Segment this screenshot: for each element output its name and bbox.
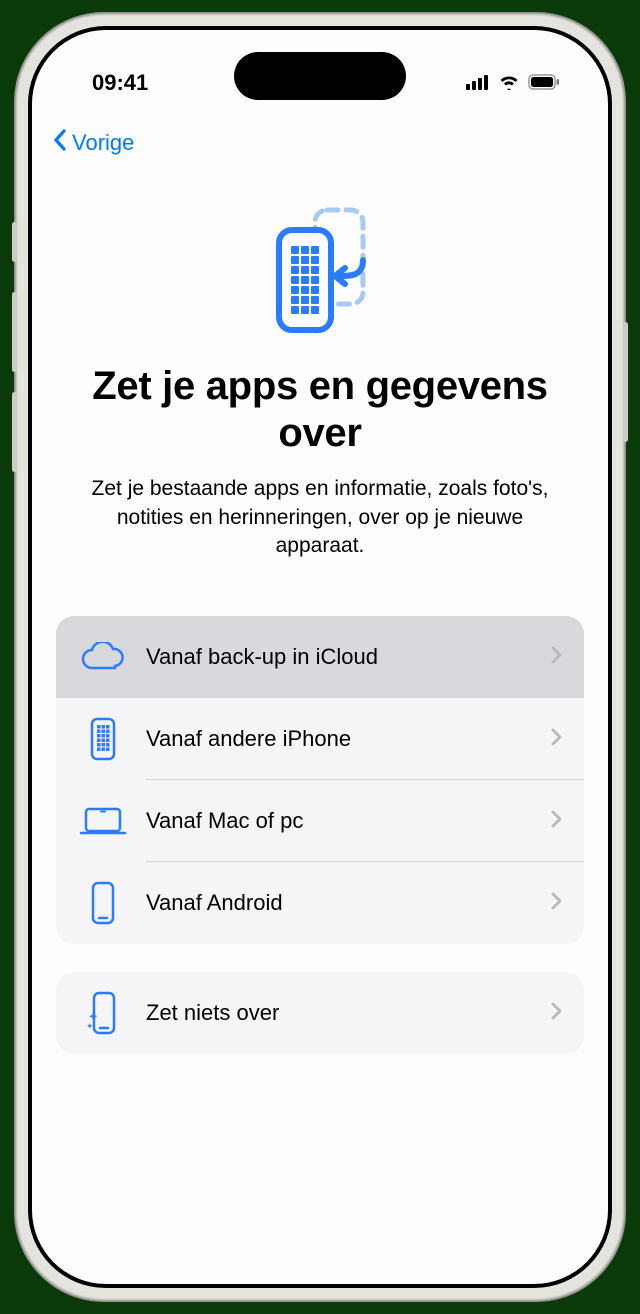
chevron-left-icon [52,128,68,158]
power-button [623,322,628,442]
phone-frame: 09:41 Vo [14,12,626,1302]
cloud-icon [74,642,132,672]
transfer-options-group: Vanaf back-up in iCloud Vanaf andere iPh… [56,616,584,944]
chevron-right-icon [551,810,562,833]
page-subtitle: Zet je bestaande apps en informatie, zoa… [76,475,564,560]
option-label: Vanaf back-up in iCloud [132,644,551,670]
battery-icon [528,70,560,96]
option-label: Vanaf Mac of pc [132,808,551,834]
hero: Zet je apps en gegevens over Zet je best… [32,158,608,560]
iphone-icon [74,717,132,761]
cellular-icon [466,70,490,96]
back-label: Vorige [72,130,134,156]
chevron-right-icon [551,646,562,669]
phone-sparkle-icon [74,991,132,1035]
back-button[interactable]: Vorige [52,128,134,158]
option-transfer-nothing[interactable]: Zet niets over [56,972,584,1054]
laptop-icon [74,805,132,837]
option-other-iphone[interactable]: Vanaf andere iPhone [56,698,584,780]
skip-group: Zet niets over [56,972,584,1054]
page-title: Zet je apps en gegevens over [76,363,564,457]
chevron-right-icon [551,728,562,751]
option-icloud-backup[interactable]: Vanaf back-up in iCloud [56,616,584,698]
chevron-right-icon [551,1002,562,1025]
status-time: 09:41 [92,70,148,96]
wifi-icon [498,70,520,96]
dynamic-island [234,52,406,100]
transfer-icon [265,206,375,339]
volume-down-button [12,392,17,472]
option-label: Vanaf Android [132,890,551,916]
phone-icon [74,881,132,925]
screen: 09:41 Vo [32,30,608,1284]
volume-up-button [12,292,17,372]
option-label: Zet niets over [132,1000,551,1026]
option-label: Vanaf andere iPhone [132,726,551,752]
mute-switch [12,222,17,262]
option-mac-pc[interactable]: Vanaf Mac of pc [56,780,584,862]
chevron-right-icon [551,892,562,915]
option-android[interactable]: Vanaf Android [56,862,584,944]
